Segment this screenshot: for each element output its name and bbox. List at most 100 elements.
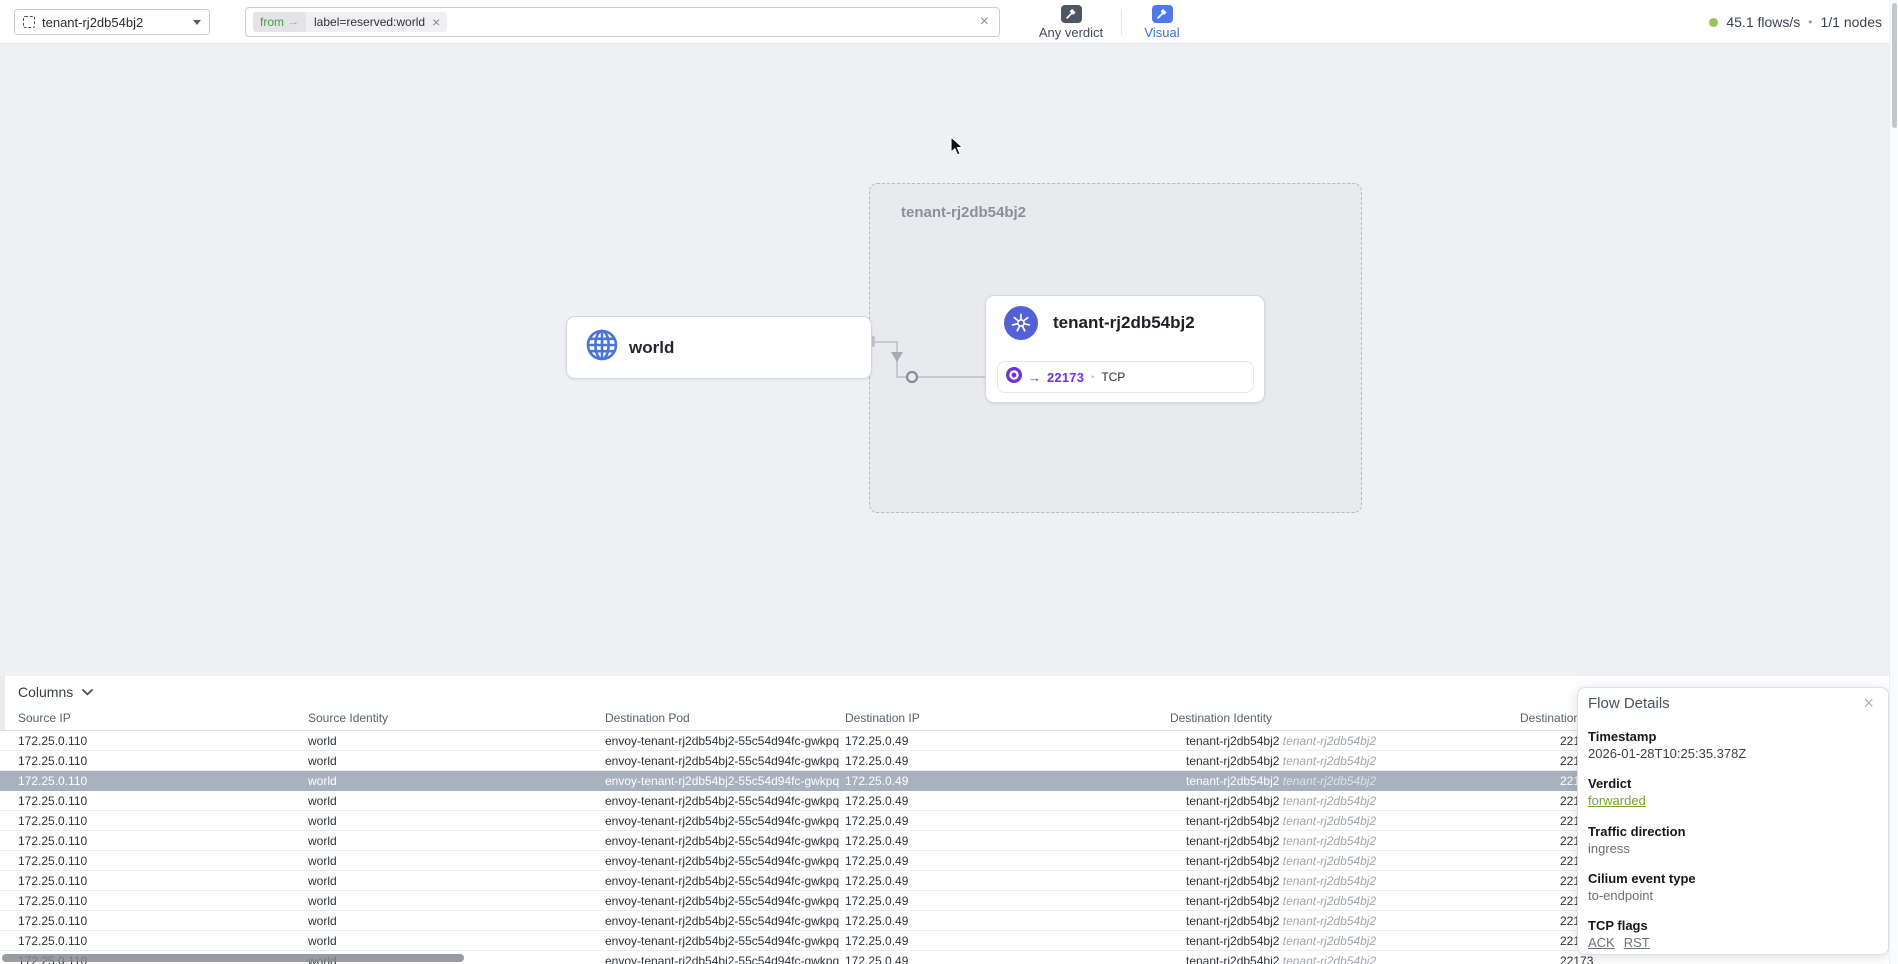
namespace-selector[interactable]: tenant-rj2db54bj2 xyxy=(14,9,210,35)
vertical-scrollbar[interactable] xyxy=(1889,0,1898,964)
namespace-selector-label: tenant-rj2db54bj2 xyxy=(42,15,187,30)
cell-destination-identity-secondary: tenant-rj2db54bj2 xyxy=(1279,774,1376,788)
flow-detail-field: Cilium event typeto-endpoint xyxy=(1588,870,1874,904)
cell-destination-pod: envoy-tenant-rj2db54bj2-55c54d94fc-gwkpq xyxy=(605,754,839,768)
cell-destination-identity-secondary: tenant-rj2db54bj2 xyxy=(1279,954,1376,964)
close-icon[interactable]: × xyxy=(1863,694,1874,712)
service-port-number: 22173 xyxy=(1047,370,1084,385)
port-target-icon xyxy=(1006,367,1022,388)
cell-source-ip: 172.25.0.110 xyxy=(18,914,87,928)
horizontal-scrollbar-thumb[interactable] xyxy=(2,954,464,962)
cell-destination-ip: 172.25.0.49 xyxy=(845,874,908,888)
cell-source-identity: world xyxy=(308,774,337,788)
cell-destination-identity-secondary: tenant-rj2db54bj2 xyxy=(1279,734,1376,748)
cell-destination-ip: 172.25.0.49 xyxy=(845,934,908,948)
flow-details-header: Flow Details × xyxy=(1588,694,1874,714)
cell-destination-ip: 172.25.0.49 xyxy=(845,814,908,828)
cell-source-ip: 172.25.0.110 xyxy=(18,934,87,948)
cell-destination-identity: tenant-rj2db54bj2 tenant-rj2db54bj2 xyxy=(1186,734,1376,748)
cell-destination-pod: envoy-tenant-rj2db54bj2-55c54d94fc-gwkpq xyxy=(605,914,839,928)
flow-detail-label: Verdict xyxy=(1588,775,1874,792)
cell-destination-identity: tenant-rj2db54bj2 tenant-rj2db54bj2 xyxy=(1186,914,1376,928)
flow-details-panel: Flow Details × Timestamp2026-01-28T10:25… xyxy=(1577,687,1889,955)
cell-source-ip: 172.25.0.110 xyxy=(18,754,87,768)
cell-destination-ip: 172.25.0.49 xyxy=(845,774,908,788)
cell-destination-identity: tenant-rj2db54bj2 tenant-rj2db54bj2 xyxy=(1186,874,1376,888)
cell-destination-identity: tenant-rj2db54bj2 tenant-rj2db54bj2 xyxy=(1186,754,1376,768)
flows-rate: 45.1 flows/s xyxy=(1726,14,1800,30)
flow-detail-field: Traffic directioningress xyxy=(1588,823,1874,857)
flow-details-title: Flow Details xyxy=(1588,694,1670,714)
flow-detail-label: Timestamp xyxy=(1588,728,1874,745)
cell-destination-pod: envoy-tenant-rj2db54bj2-55c54d94fc-gwkpq xyxy=(605,854,839,868)
filter-chip-label: label=reserved:world xyxy=(306,15,431,29)
chevron-down-icon xyxy=(193,20,201,25)
cell-destination-identity-secondary: tenant-rj2db54bj2 xyxy=(1279,794,1376,808)
cell-source-ip: 172.25.0.110 xyxy=(18,814,87,828)
cell-source-ip: 172.25.0.110 xyxy=(18,854,87,868)
flow-filter-input[interactable]: from → label=reserved:world × × xyxy=(245,7,1000,37)
filter-chip[interactable]: from → label=reserved:world × xyxy=(253,12,447,32)
vertical-scrollbar-thumb[interactable] xyxy=(1892,3,1897,128)
verdict-filter-button[interactable]: Any verdict xyxy=(1036,5,1106,40)
cell-source-ip: 172.25.0.110 xyxy=(18,874,87,888)
service-node[interactable]: tenant-rj2db54bj2 → 22173 • TCP xyxy=(985,295,1265,403)
cell-destination-ip: 172.25.0.49 xyxy=(845,954,908,964)
cell-source-ip: 172.25.0.110 xyxy=(18,794,87,808)
flow-detail-label: Traffic direction xyxy=(1588,823,1874,840)
cell-destination-identity: tenant-rj2db54bj2 tenant-rj2db54bj2 xyxy=(1186,774,1376,788)
filter-chip-remove-icon[interactable]: × xyxy=(431,13,447,31)
cell-source-identity: world xyxy=(308,814,337,828)
cell-destination-ip: 172.25.0.49 xyxy=(845,794,908,808)
flow-detail-value: ACK RST xyxy=(1588,934,1874,951)
cell-source-identity: world xyxy=(308,834,337,848)
column-header-destination-identity[interactable]: Destination Identity xyxy=(1170,711,1272,725)
cell-destination-identity: tenant-rj2db54bj2 tenant-rj2db54bj2 xyxy=(1186,814,1376,828)
flow-detail-field: Timestamp2026-01-28T10:25:35.378Z xyxy=(1588,728,1874,762)
columns-button-label: Columns xyxy=(18,684,73,700)
visual-mode-icon xyxy=(1152,5,1173,23)
cell-source-identity: world xyxy=(308,914,337,928)
column-header-destination-pod[interactable]: Destination Pod xyxy=(605,711,690,725)
column-header-destination-ip[interactable]: Destination IP xyxy=(845,711,920,725)
cell-source-ip: 172.25.0.110 xyxy=(18,834,87,848)
filter-direction-label: from xyxy=(260,15,284,29)
column-header-source-ip[interactable]: Source IP xyxy=(18,711,71,725)
flow-detail-field: TCP flagsACKRST xyxy=(1588,917,1874,951)
chevron-down-icon xyxy=(82,689,93,696)
cell-destination-identity-secondary: tenant-rj2db54bj2 xyxy=(1279,934,1376,948)
cell-destination-ip: 172.25.0.49 xyxy=(845,834,908,848)
cell-source-identity: world xyxy=(308,794,337,808)
cell-destination-pod: envoy-tenant-rj2db54bj2-55c54d94fc-gwkpq xyxy=(605,954,839,964)
flow-detail-field: Verdictforwarded xyxy=(1588,775,1874,810)
cell-destination-ip: 172.25.0.49 xyxy=(845,894,908,908)
cell-destination-port: 22173 xyxy=(1560,954,1593,964)
globe-icon xyxy=(585,328,619,367)
service-node-title: tenant-rj2db54bj2 xyxy=(1053,313,1195,333)
cell-destination-ip: 172.25.0.49 xyxy=(845,914,908,928)
service-map[interactable]: tenant-rj2db54bj2 world xyxy=(0,44,1898,676)
cell-destination-identity: tenant-rj2db54bj2 tenant-rj2db54bj2 xyxy=(1186,834,1376,848)
cell-destination-ip: 172.25.0.49 xyxy=(845,754,908,768)
filter-clear-icon[interactable]: × xyxy=(980,14,989,30)
tcp-flag-link[interactable]: RST xyxy=(1624,935,1650,950)
visual-view-button[interactable]: Visual xyxy=(1127,5,1197,40)
flow-detail-value[interactable]: forwarded xyxy=(1588,792,1646,809)
flow-details-body: Timestamp2026-01-28T10:25:35.378Z Verdict… xyxy=(1588,728,1874,951)
topbar-divider xyxy=(1121,9,1122,35)
port-bullet-icon: • xyxy=(1091,372,1094,382)
column-header-source-identity[interactable]: Source Identity xyxy=(308,711,388,725)
cell-destination-pod: envoy-tenant-rj2db54bj2-55c54d94fc-gwkpq xyxy=(605,874,839,888)
cell-source-identity: world xyxy=(308,754,337,768)
service-port-row[interactable]: → 22173 • TCP xyxy=(997,361,1254,393)
cell-destination-pod: envoy-tenant-rj2db54bj2-55c54d94fc-gwkpq xyxy=(605,894,839,908)
tcp-flag-link[interactable]: ACK xyxy=(1588,935,1615,950)
cell-source-identity: world xyxy=(308,874,337,888)
visual-view-label: Visual xyxy=(1144,25,1179,40)
cell-destination-identity-secondary: tenant-rj2db54bj2 xyxy=(1279,874,1376,888)
world-node[interactable]: world xyxy=(566,316,872,379)
flow-detail-value: 2026-01-28T10:25:35.378Z xyxy=(1588,745,1874,762)
columns-button[interactable]: Columns xyxy=(18,684,93,700)
service-port-protocol: TCP xyxy=(1101,370,1125,384)
status-dot-icon xyxy=(1709,18,1718,27)
